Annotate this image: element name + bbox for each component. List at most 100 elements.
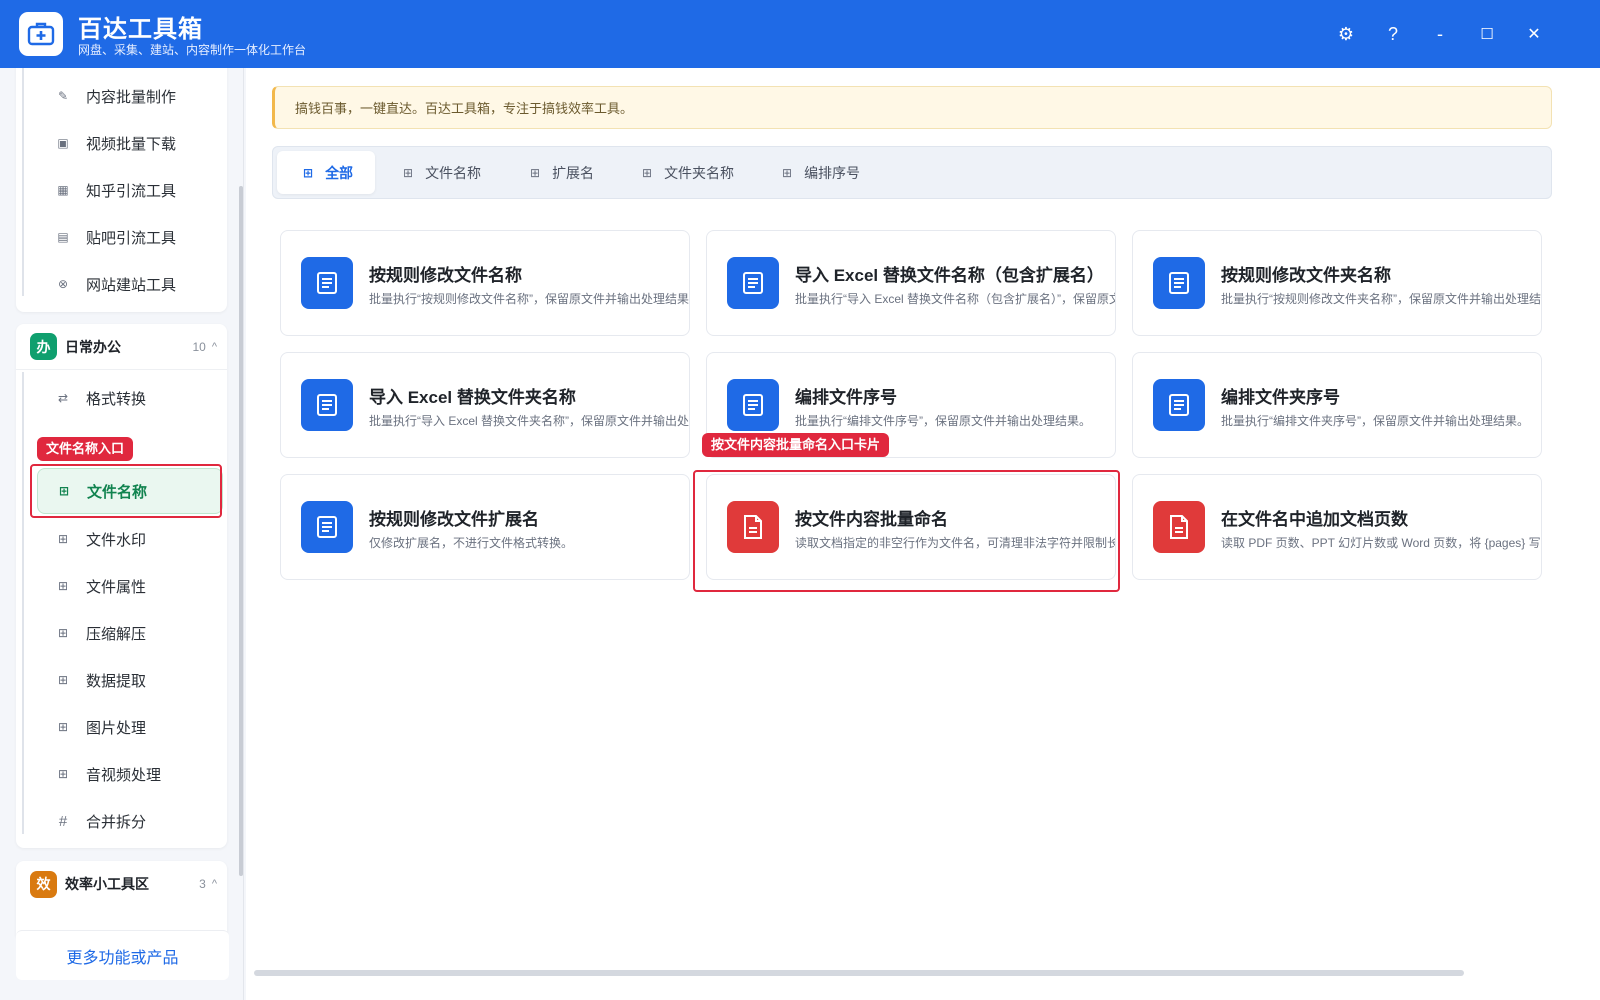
sidebar-item-file-properties[interactable]: ⊞ 文件属性 — [16, 562, 227, 610]
sidebar-item-tieba[interactable]: ▤ 贴吧引流工具 — [16, 213, 227, 261]
sidebar-item-label: 文件水印 — [86, 531, 147, 549]
sidebar-item-label: 图片处理 — [86, 719, 147, 737]
sidebar: ✎ 内容批量制作 ▣ 视频批量下载 ▦ 知乎引流工具 ▤ 贴吧引流工具 ⊗ 网站… — [0, 68, 244, 1000]
sidebar-item-video-download[interactable]: ▣ 视频批量下载 — [16, 119, 227, 167]
sidebar-item-website[interactable]: ⊗ 网站建站工具 — [16, 260, 227, 308]
document-icon — [1153, 257, 1205, 309]
sidebar-item-content-batch[interactable]: ✎ 内容批量制作 — [16, 72, 227, 120]
sidebar-item-label: 文件名称 — [87, 483, 148, 501]
sidebar-item-label: 贴吧引流工具 — [86, 229, 177, 247]
office-group-badge: 办 — [30, 333, 57, 360]
close-button[interactable]: ✕ — [1518, 18, 1550, 50]
efficiency-group-header[interactable]: 效 效率小工具区 3 ^ — [16, 861, 227, 907]
tool-card-excel-rename-file[interactable]: 导入 Excel 替换文件名称（包含扩展名） 批量执行“导入 Excel 替换文… — [706, 230, 1116, 336]
card-desc: 仅修改扩展名，不进行文件格式转换。 — [369, 536, 574, 550]
card-desc: 读取文档指定的非空行作为文件名，可清理非法字符并限制长度； — [795, 536, 1116, 550]
settings-gear-icon[interactable]: ⚙ — [1330, 18, 1362, 50]
sidebar-scrollbar-thumb[interactable] — [239, 186, 243, 876]
sidebar-item-data-extract[interactable]: ⊞ 数据提取 — [16, 656, 227, 704]
maximize-button[interactable]: ☐ — [1471, 18, 1503, 50]
card-title: 编排文件夹序号 — [1221, 388, 1340, 407]
sidebar-item-label: 音视频处理 — [86, 766, 162, 784]
category-tabs: ⊞ 全部 ⊞ 文件名称 ⊞ 扩展名 ⊞ 文件夹名称 ⊞ 编排序号 — [272, 146, 1552, 199]
sidebar-item-label: 网站建站工具 — [86, 276, 177, 294]
card-desc: 批量执行“按规则修改文件夹名称”，保留原文件并输出处理结果。 — [1221, 292, 1542, 306]
grid-icon: ⊞ — [57, 767, 69, 781]
sidebar-item-av[interactable]: ⊞ 音视频处理 — [16, 750, 227, 798]
file-text-icon — [727, 501, 779, 553]
forum-icon: ▤ — [57, 230, 69, 244]
sidebar-item-file-name[interactable]: ⊞ 文件名称 — [37, 468, 223, 514]
sidebar-item-merge-split[interactable]: # 合并拆分 — [16, 797, 227, 845]
sidebar-item-label: 视频批量下载 — [86, 135, 177, 153]
tab-label: 文件名称 — [425, 164, 482, 181]
sidebar-item-format-convert[interactable]: ⇄ 格式转换 — [16, 374, 227, 422]
swap-icon: ⇄ — [57, 391, 69, 405]
title-bar: 百达工具箱 网盘、采集、建站、内容制作一体化工作台 ⚙ ? - ☐ ✕ — [0, 0, 1600, 68]
tab-folder-name[interactable]: ⊞ 文件夹名称 — [642, 151, 734, 194]
tool-card-number-folders[interactable]: 编排文件夹序号 批量执行“编排文件夹序号”，保留原文件并输出处理结果。 — [1132, 352, 1542, 458]
grid-icon: ⊞ — [58, 484, 70, 498]
tool-card-rename-extension[interactable]: 按规则修改文件扩展名 仅修改扩展名，不进行文件格式转换。 — [280, 474, 690, 580]
tool-card-rename-by-content[interactable]: 按文件内容批量命名 读取文档指定的非空行作为文件名，可清理非法字符并限制长度； — [706, 474, 1116, 580]
sidebar-item-compress[interactable]: ⊞ 压缩解压 — [16, 609, 227, 657]
grid-icon: ⊞ — [303, 165, 314, 180]
grid-icon: ⊞ — [642, 165, 653, 180]
help-icon[interactable]: ? — [1377, 18, 1409, 50]
tool-card-rename-folder-rule[interactable]: 按规则修改文件夹名称 批量执行“按规则修改文件夹名称”，保留原文件并输出处理结果… — [1132, 230, 1542, 336]
tab-label: 编排序号 — [804, 164, 861, 181]
horizontal-scrollbar[interactable] — [254, 970, 1464, 976]
card-desc: 批量执行“编排文件序号”，保留原文件并输出处理结果。 — [795, 414, 1091, 428]
sidebar-item-zhihu[interactable]: ▦ 知乎引流工具 — [16, 166, 227, 214]
tool-card-append-page-count[interactable]: 在文件名中追加文档页数 读取 PDF 页数、PPT 幻灯片数或 Word 页数，… — [1132, 474, 1542, 580]
sidebar-item-label: 知乎引流工具 — [86, 182, 177, 200]
grid-icon: ⊞ — [57, 626, 69, 640]
zhihu-icon: ▦ — [57, 183, 69, 197]
tab-all[interactable]: ⊞ 全部 — [277, 151, 375, 194]
tab-file-name[interactable]: ⊞ 文件名称 — [403, 151, 481, 194]
document-icon — [301, 257, 353, 309]
app-title: 百达工具箱 — [78, 16, 203, 43]
card-title: 导入 Excel 替换文件夹名称 — [369, 388, 576, 407]
hash-icon: # — [58, 812, 68, 830]
sidebar-item-image[interactable]: ⊞ 图片处理 — [16, 703, 227, 751]
pen-icon: ✎ — [57, 89, 69, 103]
tab-numbering[interactable]: ⊞ 编排序号 — [782, 151, 860, 194]
card-desc: 批量执行“编排文件夹序号”，保留原文件并输出处理结果。 — [1221, 414, 1529, 428]
minimize-button[interactable]: - — [1424, 18, 1456, 50]
sidebar-item-label: 压缩解压 — [86, 625, 147, 643]
card-title: 导入 Excel 替换文件名称（包含扩展名） — [795, 266, 1104, 285]
sidebar-scrollbar[interactable] — [238, 68, 243, 1000]
tab-extension[interactable]: ⊞ 扩展名 — [530, 151, 594, 194]
more-features-link[interactable]: 更多功能或产品 — [16, 930, 229, 980]
tab-label: 文件夹名称 — [664, 164, 735, 181]
main-content: 搞钱百事，一键直达。百达工具箱，专注于搞钱效率工具。 ⊞ 全部 ⊞ 文件名称 ⊞… — [246, 68, 1600, 1000]
card-title: 编排文件序号 — [795, 388, 897, 407]
card-desc: 读取 PDF 页数、PPT 幻灯片数或 Word 页数，将 {pages} 写入… — [1221, 536, 1542, 550]
tool-card-excel-rename-folder[interactable]: 导入 Excel 替换文件夹名称 批量执行“导入 Excel 替换文件夹名称”，… — [280, 352, 690, 458]
tab-label: 全部 — [325, 164, 354, 181]
office-group-count: 10 — [192, 339, 206, 354]
efficiency-group-title: 效率小工具区 — [65, 876, 149, 892]
file-text-icon — [1153, 501, 1205, 553]
sidebar-item-file-watermark[interactable]: ⊞ 文件水印 — [16, 515, 227, 563]
sidebar-item-label: 格式转换 — [86, 390, 147, 408]
grid-icon: ⊞ — [530, 165, 541, 180]
efficiency-group-badge: 效 — [30, 870, 57, 898]
grid-icon: ⊞ — [782, 165, 793, 180]
document-icon — [301, 501, 353, 553]
grid-icon: ⊞ — [57, 579, 69, 593]
video-icon: ▣ — [57, 136, 69, 150]
efficiency-group-count: 3 — [199, 877, 206, 891]
office-group-header[interactable]: 办 日常办公 10 ^ — [16, 324, 227, 370]
card-title: 按规则修改文件扩展名 — [369, 510, 539, 529]
card-title: 按规则修改文件夹名称 — [1221, 266, 1391, 285]
card-desc: 批量执行“导入 Excel 替换文件夹名称”，保留原文件并输出处理结果。 — [369, 414, 690, 428]
tool-card-rename-file-rule[interactable]: 按规则修改文件名称 批量执行“按规则修改文件名称”，保留原文件并输出处理结果。 — [280, 230, 690, 336]
card-title: 在文件名中追加文档页数 — [1221, 510, 1408, 529]
card-title: 按规则修改文件名称 — [369, 266, 522, 285]
office-group-title: 日常办公 — [65, 338, 121, 355]
sidebar-callout: 文件名称入口 — [37, 437, 134, 461]
globe-icon: ⊗ — [57, 277, 69, 291]
card-desc: 批量执行“导入 Excel 替换文件名称（包含扩展名）”，保留原文件并输出处理结… — [795, 292, 1115, 306]
